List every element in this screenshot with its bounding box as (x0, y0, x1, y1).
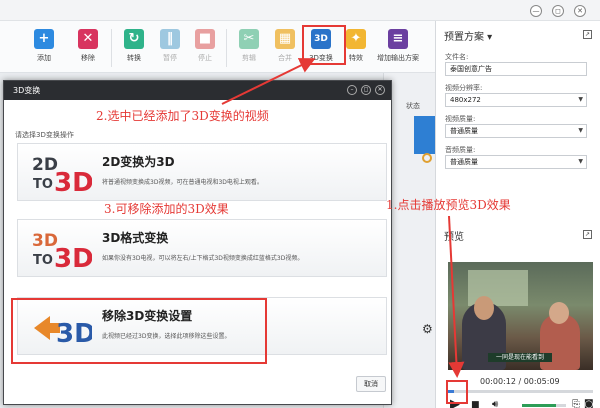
logo-text: 3D (54, 244, 92, 270)
minimize-icon[interactable]: — (530, 5, 542, 17)
video-quality-label: 视频质量: (445, 115, 476, 123)
logo-text: 3D (54, 168, 92, 194)
add-output-plan-button[interactable]: ≡ 增加输出方案 (372, 29, 424, 63)
merge-button[interactable]: ▦ 合并 (267, 29, 303, 63)
dialog-prompt: 请选择3D变换操作 (15, 131, 74, 139)
pause-icon: ‖ (160, 29, 180, 49)
playback-controls: ▶ ■ 🔊︎ ⎘ ◙ (446, 397, 596, 408)
preset-title-text: 预置方案 (444, 32, 484, 43)
convert-button[interactable]: ↻ 转换 (116, 29, 152, 63)
effects-icon: ✦ (346, 29, 366, 49)
annotation-step-2: 2.选中已经添加了3D变换的视频 (96, 109, 269, 123)
filename-value: 泰国创意广告 (450, 65, 492, 73)
resolution-select[interactable]: 480x272 ▼ (445, 93, 587, 107)
clock-icon (422, 153, 432, 163)
stop-button[interactable]: ■ 停止 (187, 29, 223, 63)
expand-icon[interactable]: ↗ (583, 230, 592, 239)
remove-label: 移除 (81, 54, 95, 62)
video-preview[interactable]: 一同是现在能看到 (448, 262, 593, 370)
playback-time: 00:00:12 / 00:05:09 (480, 377, 560, 386)
effects-label: 特效 (349, 54, 363, 62)
close-icon[interactable]: ✕ (375, 85, 385, 95)
chevron-down-icon: ▼ (578, 158, 583, 165)
maximize-icon[interactable]: ◻ (361, 85, 371, 95)
remove-button[interactable]: ✕ 移除 (70, 29, 106, 63)
camera-icon[interactable]: ◙ (584, 397, 594, 408)
filename-label: 文件名: (445, 53, 469, 61)
video-quality-select[interactable]: 普通质量 ▼ (445, 124, 587, 138)
video-quality-value: 普通质量 (450, 127, 478, 135)
title-bar: — ◻ ✕ (0, 0, 600, 21)
video-person-face (549, 302, 569, 324)
dialog-title-bar: 3D变换 – ◻ ✕ (4, 81, 391, 100)
stop-label: 停止 (198, 54, 212, 62)
volume-fill (522, 404, 557, 407)
highlight-box (11, 298, 267, 364)
stop-icon[interactable]: ■ (471, 397, 480, 408)
cut-label: 剪辑 (242, 54, 256, 62)
3d-to-3d-logo: 3D TO 3D (32, 231, 92, 270)
audio-quality-label: 音频质量: (445, 146, 476, 154)
gear-icon[interactable]: ⚙ (422, 322, 433, 336)
chevron-down-icon: ▼ (578, 96, 583, 103)
audio-quality-select[interactable]: 普通质量 ▼ (445, 155, 587, 169)
merge-label: 合并 (278, 54, 292, 62)
chevron-down-icon: ▼ (578, 127, 583, 134)
add-output-plan-label: 增加输出方案 (377, 54, 419, 62)
add-label: 添加 (37, 54, 51, 62)
cut-icon: ✂ (239, 29, 259, 49)
pause-label: 暂停 (163, 54, 177, 62)
option-2d-to-3d[interactable]: 2D TO 3D 2D变换为3D 将普通视频变换成3D视频，可在普通电视和3D电… (17, 143, 387, 201)
annotation-step-1: 1.点击播放预览3D效果 (386, 198, 511, 212)
preset-title[interactable]: 预置方案 ▾ (444, 28, 492, 43)
option-description: 如果你没有3D电视，可以将左右/上下格式3D视频变换成红蓝格式3D视频。 (102, 255, 304, 262)
resolution-label: 视频分辨率: (445, 84, 483, 92)
snapshot-folder-icon[interactable]: ⎘ (572, 397, 580, 408)
convert-label: 转换 (127, 54, 141, 62)
right-panel: 预置方案 ▾ ↗ 文件名: 泰国创意广告 视频分辨率: 480x272 ▼ 视频质… (435, 21, 600, 408)
expand-icon[interactable]: ↗ (583, 30, 592, 39)
stop-icon: ■ (195, 29, 215, 49)
option-3d-format[interactable]: 3D TO 3D 3D格式变换 如果你没有3D电视，可以将左右/上下格式3D视频… (17, 219, 387, 277)
2d-to-3d-logo: 2D TO 3D (32, 155, 92, 194)
output-plan-icon: ≡ (388, 29, 408, 49)
maximize-icon[interactable]: ◻ (552, 5, 564, 17)
merge-icon: ▦ (275, 29, 295, 49)
add-button[interactable]: + 添加 (26, 29, 62, 63)
toolbar-divider (226, 29, 227, 67)
toolbar: + 添加 ✕ 移除 ↻ 转换 ‖ 暂停 ■ 停止 ✂ 剪辑 ▦ 合并 3D 3D… (0, 21, 435, 73)
resolution-value: 480x272 (450, 96, 481, 104)
option-title: 2D变换为3D (102, 155, 175, 169)
option-description: 将普通视频变换成3D视频，可在普通电视和3D电视上观看。 (102, 179, 263, 186)
pause-button[interactable]: ‖ 暂停 (152, 29, 188, 63)
list-item-selected[interactable] (414, 116, 460, 154)
video-person-face (474, 296, 494, 320)
remove-icon: ✕ (78, 29, 98, 49)
option-title: 3D格式变换 (102, 231, 169, 245)
audio-quality-value: 普通质量 (450, 158, 478, 166)
volume-slider[interactable] (522, 404, 566, 407)
highlight-box (302, 25, 346, 65)
logo-text: TO (33, 177, 53, 192)
cancel-button[interactable]: 取消 (356, 376, 386, 392)
close-icon[interactable]: ✕ (574, 5, 586, 17)
minimize-icon[interactable]: – (347, 85, 357, 95)
filename-field[interactable]: 泰国创意广告 (445, 62, 587, 76)
status-header: 状态 (406, 102, 420, 110)
cut-button[interactable]: ✂ 剪辑 (231, 29, 267, 63)
preview-title: 预览 (444, 232, 464, 243)
video-subtitle: 一同是现在能看到 (488, 353, 552, 362)
dialog-title: 3D变换 (13, 86, 41, 95)
volume-icon[interactable]: 🔊︎ (492, 397, 498, 408)
annotation-step-3: 3.可移除添加的3D效果 (104, 202, 229, 216)
toolbar-divider (111, 29, 112, 67)
highlight-box (446, 380, 468, 404)
progress-bar[interactable] (448, 390, 593, 393)
logo-text: TO (33, 253, 53, 268)
convert-icon: ↻ (124, 29, 144, 49)
plus-icon: + (34, 29, 54, 49)
